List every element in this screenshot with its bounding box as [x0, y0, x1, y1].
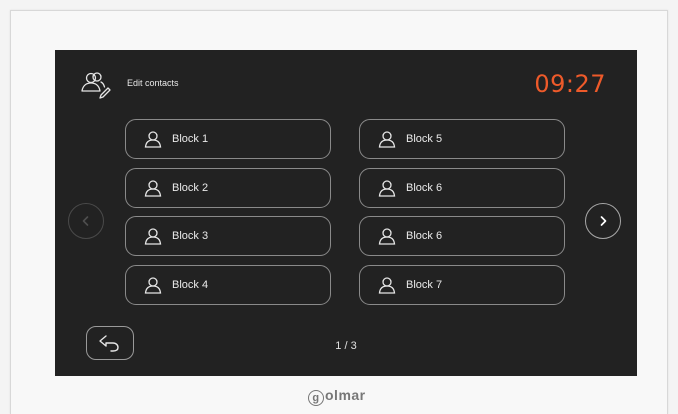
contact-button[interactable]: Block 6: [359, 216, 565, 256]
clock: 09:27: [534, 70, 606, 98]
chevron-left-icon: [82, 216, 89, 226]
contact-button[interactable]: Block 6: [359, 168, 565, 208]
contact-label: Block 6: [406, 230, 443, 242]
contact-button[interactable]: Block 3: [125, 216, 331, 256]
screen: [55, 50, 637, 376]
contact-button[interactable]: Block 7: [359, 265, 565, 305]
contact-label: Block 2: [172, 182, 209, 194]
person-icon: [144, 277, 162, 294]
contact-label: Block 1: [172, 133, 209, 145]
contact-button[interactable]: Block 1: [125, 119, 331, 159]
edit-contacts-icon: [81, 72, 111, 99]
back-arrow-icon: [99, 335, 119, 352]
previous-page-button[interactable]: [68, 203, 104, 239]
chevron-right-icon: [600, 216, 607, 226]
contact-label: Block 4: [172, 279, 209, 291]
contact-label: Block 3: [172, 230, 209, 242]
person-icon: [144, 228, 162, 245]
brand-logo: g olmar: [308, 387, 366, 406]
person-icon: [378, 180, 396, 197]
person-icon: [144, 131, 162, 148]
person-icon: [378, 277, 396, 294]
contact-label: Block 5: [406, 133, 443, 145]
person-icon: [378, 131, 396, 148]
contact-button[interactable]: Block 5: [359, 119, 565, 159]
person-icon: [144, 180, 162, 197]
next-page-button[interactable]: [585, 203, 621, 239]
contact-label: Block 6: [406, 182, 443, 194]
page-title: Edit contacts: [127, 78, 179, 88]
back-button[interactable]: [86, 326, 134, 360]
contact-button[interactable]: Block 4: [125, 265, 331, 305]
person-icon: [378, 228, 396, 245]
page-indicator: 1 / 3: [335, 340, 357, 352]
contact-label: Block 7: [406, 279, 443, 291]
contact-button[interactable]: Block 2: [125, 168, 331, 208]
